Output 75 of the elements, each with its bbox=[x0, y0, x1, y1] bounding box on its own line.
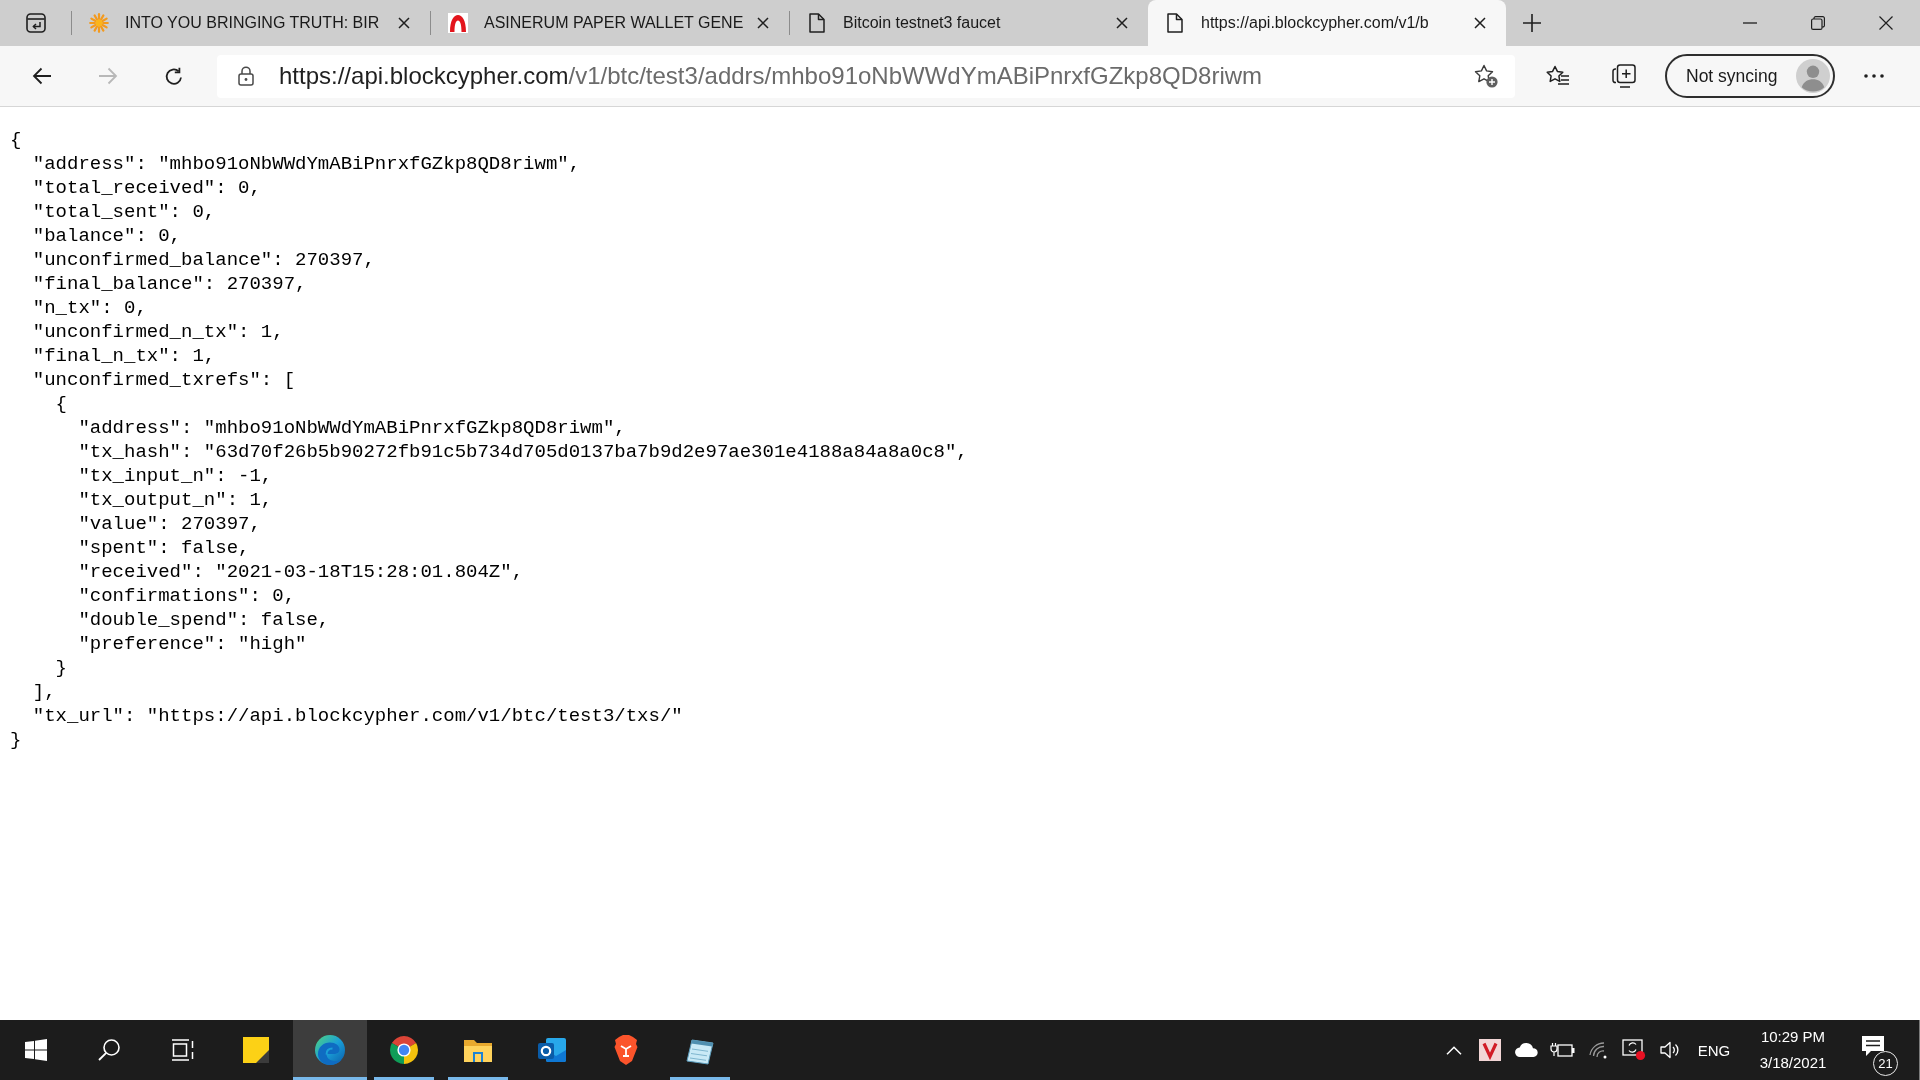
code-line: { bbox=[10, 128, 22, 152]
chevron-tile-icon[interactable] bbox=[1479, 1039, 1501, 1061]
mail-tile-icon bbox=[537, 1036, 567, 1064]
sunburst-icon bbox=[89, 13, 109, 33]
code-line: "tx_output_n": 1, bbox=[78, 488, 273, 512]
restore-icon bbox=[1811, 16, 1825, 30]
folder-icon bbox=[463, 1037, 493, 1063]
code-line: "spent": false, bbox=[78, 536, 250, 560]
code-line: } bbox=[10, 728, 22, 752]
back-icon bbox=[32, 66, 52, 86]
note-icon bbox=[243, 1037, 269, 1063]
forward-icon bbox=[98, 66, 118, 86]
star-list-icon bbox=[1546, 65, 1570, 87]
close-icon bbox=[1474, 17, 1486, 29]
four-panes-icon bbox=[25, 1039, 47, 1061]
wifi-icon[interactable] bbox=[1588, 1041, 1608, 1059]
page-icon bbox=[809, 13, 825, 33]
plus-icon bbox=[1523, 14, 1541, 32]
code-line: } bbox=[55, 656, 67, 680]
squares-plus-icon bbox=[1612, 64, 1636, 88]
minimize-icon bbox=[1743, 22, 1757, 24]
code-line: "final_balance": 270397, bbox=[32, 272, 307, 296]
add-favorite-button[interactable] bbox=[1474, 64, 1498, 88]
message-icon bbox=[1861, 1035, 1885, 1057]
reload-icon bbox=[164, 66, 184, 86]
code-line: "confirmations": 0, bbox=[78, 584, 296, 608]
battery-plug-icon[interactable] bbox=[1549, 1042, 1575, 1058]
profile-button[interactable]: Not syncing bbox=[1665, 54, 1835, 98]
close-icon bbox=[1879, 16, 1893, 30]
notification-count: 21 bbox=[1873, 1051, 1898, 1076]
browser-tab[interactable]: INTO YOU BRINGING TRUTH: BIR bbox=[72, 0, 430, 46]
code-line: "balance": 0, bbox=[32, 224, 182, 248]
code-line: "n_tx": 0, bbox=[32, 296, 147, 320]
close-icon bbox=[398, 17, 410, 29]
wave-icon bbox=[315, 1035, 345, 1065]
close-icon bbox=[1116, 17, 1128, 29]
more-icon bbox=[1864, 74, 1884, 78]
task-view-icon bbox=[170, 1039, 195, 1061]
code-line: "value": 270397, bbox=[78, 512, 261, 536]
close-icon bbox=[757, 17, 769, 29]
language-indicator[interactable]: ENG bbox=[1688, 1020, 1740, 1080]
avatar-icon bbox=[1796, 59, 1830, 93]
code-line: "address": "mhbo91oNbWWdYmABiPnrxfGZkp8QD8riwm", bbox=[32, 152, 581, 176]
arch-icon bbox=[448, 13, 468, 33]
star-plus-icon bbox=[1474, 64, 1498, 88]
code-line: "final_n_tx": 1, bbox=[32, 344, 216, 368]
page-icon bbox=[1167, 13, 1183, 33]
code-line: ], bbox=[32, 680, 56, 704]
tricolor-circle-icon bbox=[389, 1035, 419, 1065]
code-line: "unconfirmed_txrefs": [ bbox=[32, 368, 296, 392]
notifications-button[interactable]: 21 bbox=[1846, 1020, 1908, 1080]
caret-up-icon[interactable] bbox=[1446, 1045, 1462, 1055]
code-line: "preference": "high" bbox=[78, 632, 307, 656]
cloud-icon[interactable] bbox=[1514, 1043, 1538, 1057]
code-line: "total_received": 0, bbox=[32, 176, 261, 200]
code-line: "tx_hash": "63d70f26b5b90272fb91c5b734d705d0137ba7b9d2e97ae301e4188a84a8a0c8", bbox=[78, 440, 968, 464]
code-line: { bbox=[55, 392, 67, 416]
code-line: "tx_input_n": -1, bbox=[78, 464, 273, 488]
code-line: "total_sent": 0, bbox=[32, 200, 216, 224]
clock[interactable]: 10:29 PM 3/18/2021 bbox=[1740, 1020, 1846, 1080]
screen-dot-icon[interactable] bbox=[1622, 1039, 1646, 1061]
browser-tab[interactable]: Bitcoin testnet3 faucet bbox=[790, 0, 1148, 46]
shield-icon bbox=[613, 1035, 639, 1065]
code-line: "tx_url": "https://api.blockcypher.com/v1/btc/test3/txs/" bbox=[32, 704, 683, 728]
code-line: "unconfirmed_n_tx": 1, bbox=[32, 320, 284, 344]
search-icon bbox=[98, 1039, 120, 1061]
browser-tab[interactable]: ASINERUM PAPER WALLET GENE bbox=[431, 0, 789, 46]
browser-tab[interactable]: https://api.blockcypher.com/v1/b bbox=[1148, 0, 1506, 46]
speaker-icon[interactable] bbox=[1660, 1041, 1680, 1059]
code-line: "unconfirmed_balance": 270397, bbox=[32, 248, 375, 272]
address-bar[interactable]: https://api.blockcypher.com/v1/btc/test3/addrs/mhbo91oNbWWdYmABiPnrxfGZkp8QD8riwm bbox=[217, 54, 1515, 98]
lock-icon bbox=[238, 66, 254, 86]
code-line: "double_spend": false, bbox=[78, 608, 330, 632]
code-line: "address": "mhbo91oNbWWdYmABiPnrxfGZkp8QD8riwm", bbox=[78, 416, 626, 440]
code-line: "received": "2021-03-18T15:28:01.804Z", bbox=[78, 560, 524, 584]
